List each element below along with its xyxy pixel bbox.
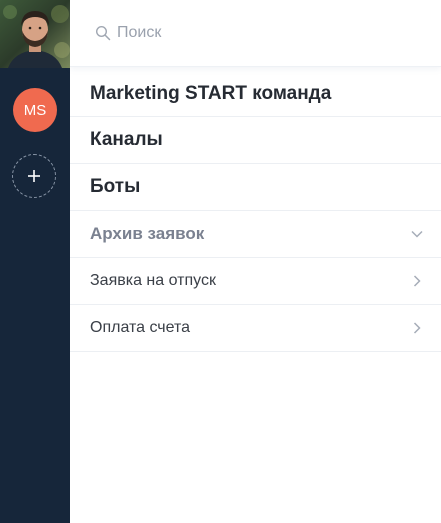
list-item-label: Оплата счета xyxy=(90,319,191,336)
list-item-label: Заявка на отпуск xyxy=(90,272,216,289)
channel-panel: Marketing START команда Каналы Боты Архи… xyxy=(70,0,441,523)
nav-bots[interactable]: Боты xyxy=(70,164,441,211)
list-item[interactable]: Заявка на отпуск xyxy=(70,258,441,305)
team-avatar-ms[interactable]: MS xyxy=(13,88,57,132)
nav-channels[interactable]: Каналы xyxy=(70,117,441,164)
chevron-down-icon[interactable] xyxy=(410,227,424,241)
chevron-right-icon xyxy=(413,275,421,287)
search-input[interactable] xyxy=(117,24,367,42)
user-avatar-photo[interactable] xyxy=(0,0,70,68)
archive-section-header[interactable]: Архив заявок xyxy=(70,211,441,258)
team-name: Marketing START команда xyxy=(90,82,332,104)
app: MS Marketing START команда Каналы Боты xyxy=(0,0,441,523)
team-avatar-initials: MS xyxy=(23,101,47,119)
nav-channels-label: Каналы xyxy=(90,129,163,150)
add-team-button[interactable] xyxy=(12,154,56,198)
chevron-right-icon xyxy=(413,322,421,334)
list-item[interactable]: Оплата счета xyxy=(70,305,441,352)
search-bar xyxy=(70,0,441,67)
search-icon xyxy=(95,25,111,41)
team-name-row[interactable]: Marketing START команда xyxy=(70,67,441,117)
team-rail: MS xyxy=(0,0,70,523)
nav-bots-label: Боты xyxy=(90,176,141,197)
archive-section-label: Архив заявок xyxy=(90,224,205,243)
plus-icon xyxy=(28,170,40,182)
